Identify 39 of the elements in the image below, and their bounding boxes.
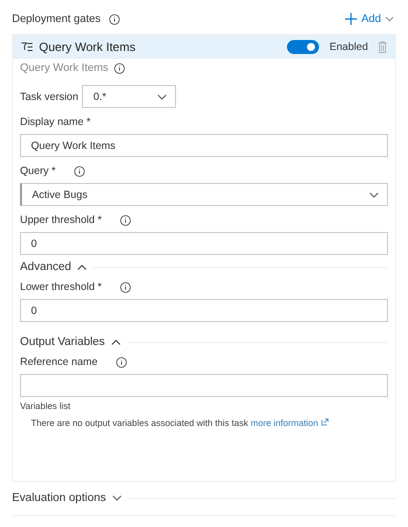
field-label: Upper threshold * <box>20 214 102 226</box>
enabled-toggle[interactable] <box>287 40 320 54</box>
field-label: Query * <box>20 165 56 177</box>
info-icon[interactable] <box>74 166 85 176</box>
field-label: Lower threshold * <box>20 281 102 293</box>
chevron-icon[interactable] <box>369 192 379 198</box>
gate-subtitle: Query Work Items <box>20 62 108 74</box>
more-information-link[interactable]: more information <box>250 418 318 428</box>
section-title: Deployment gates <box>12 13 101 25</box>
empty-message: There are no output variables associated with this task more information <box>20 418 388 428</box>
chevron-icon[interactable] <box>77 264 88 270</box>
section-title[interactable]: Evaluation options <box>12 492 106 504</box>
info-icon[interactable] <box>114 62 126 74</box>
toggle-label: Enabled <box>329 41 368 53</box>
text-field[interactable]: 0 <box>20 299 388 322</box>
field-label: Task version <box>20 90 78 102</box>
field-label: Display name * <box>20 116 91 128</box>
field-label: Variables list <box>20 401 72 411</box>
filter-list-icon <box>21 42 33 52</box>
text-field[interactable]: Query Work Items <box>20 134 388 157</box>
external-link-icon[interactable] <box>320 418 329 426</box>
version-dropdown[interactable]: 0.* <box>82 85 176 108</box>
info-icon[interactable] <box>108 14 120 24</box>
caret-icon <box>385 16 394 22</box>
gate-title: Query Work Items <box>39 40 136 54</box>
section-title[interactable]: Advanced <box>20 261 72 273</box>
info-icon[interactable] <box>116 356 127 368</box>
chevron-icon[interactable] <box>112 495 122 501</box>
field-label: Reference name <box>20 356 98 368</box>
chevron-icon[interactable] <box>110 339 121 345</box>
info-icon[interactable] <box>120 282 131 292</box>
chevron-icon[interactable] <box>157 94 168 100</box>
text-field[interactable] <box>20 374 388 397</box>
query-dropdown[interactable]: Active Bugs <box>20 183 388 206</box>
section-title[interactable]: Output Variables <box>20 336 105 348</box>
plus-icon <box>345 13 358 25</box>
info-icon[interactable] <box>120 214 131 226</box>
text-field[interactable]: 0 <box>20 232 388 255</box>
add-button[interactable]: Add <box>345 13 394 25</box>
